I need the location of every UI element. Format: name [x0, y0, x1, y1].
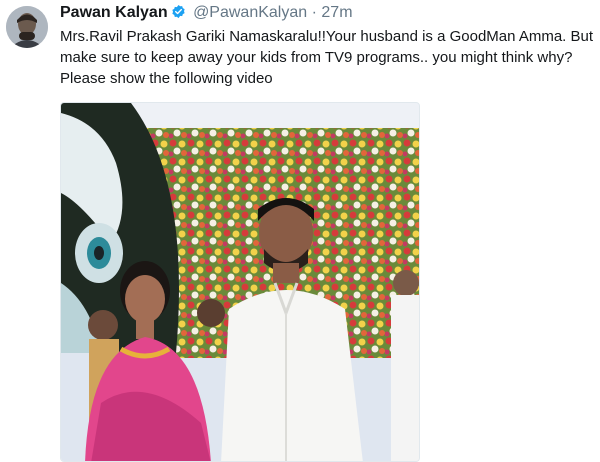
tweet-header: Pawan Kalyan @PawanKalyan · 27m — [60, 3, 353, 23]
tweet-text-line: Please show the following video — [60, 70, 273, 87]
tweet-text-line: make sure to keep away your kids from TV… — [60, 49, 573, 66]
tweet-timestamp[interactable]: 27m — [321, 4, 352, 21]
verified-badge-icon — [171, 4, 186, 19]
avatar[interactable] — [6, 6, 48, 48]
tweet-text: Mrs.Ravil Prakash Gariki Namaskaralu!!Yo… — [60, 26, 600, 89]
user-handle[interactable]: @PawanKalyan — [193, 4, 307, 21]
separator-dot: · — [311, 4, 317, 21]
display-name[interactable]: Pawan Kalyan — [60, 4, 168, 21]
tweet-card[interactable]: Pawan Kalyan @PawanKalyan · 27m Mrs.Ravi… — [0, 0, 600, 462]
avatar-photo — [6, 6, 48, 48]
tweet-photo[interactable] — [60, 102, 420, 462]
event-photo-illustration — [61, 103, 419, 461]
tweet-text-line: Mrs.Ravil Prakash Gariki Namaskaralu!!Yo… — [60, 28, 594, 45]
